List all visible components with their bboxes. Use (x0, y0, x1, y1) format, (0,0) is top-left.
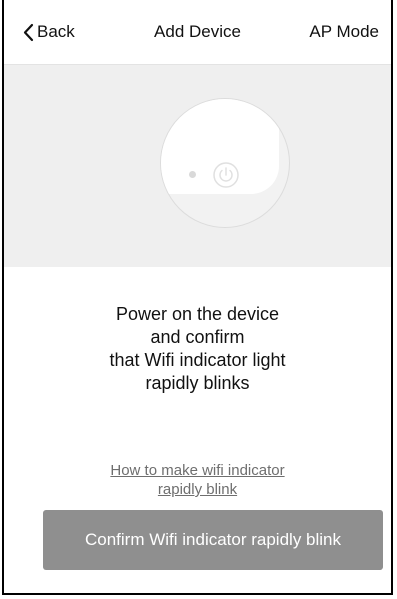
chevron-left-icon (23, 23, 34, 41)
navigation-bar: Back Add Device AP Mode (4, 0, 391, 65)
ap-mode-button[interactable]: AP Mode (309, 22, 379, 42)
help-link-line-2: rapidly blink (157, 481, 238, 498)
device-illustration-panel (4, 65, 391, 267)
help-link[interactable]: How to make wifi indicator rapidly blink (4, 461, 391, 499)
instruction-line-2: and confirm (150, 327, 245, 347)
instruction-line-1: Power on the device (115, 304, 280, 324)
instruction-line-3: that Wifi indicator light (109, 350, 286, 370)
indicator-dot (189, 171, 196, 178)
add-device-screen: Back Add Device AP Mode Power on the dev… (2, 0, 393, 595)
back-label: Back (37, 22, 75, 41)
back-button[interactable]: Back (22, 22, 75, 42)
help-link-line-1: How to make wifi indicator (110, 462, 285, 479)
power-icon (213, 162, 239, 188)
instruction-text: Power on the device and confirm that Wif… (4, 303, 391, 395)
device-illustration (160, 98, 290, 228)
instruction-line-4: rapidly blinks (145, 373, 250, 393)
confirm-button[interactable]: Confirm Wifi indicator rapidly blink (43, 510, 383, 570)
